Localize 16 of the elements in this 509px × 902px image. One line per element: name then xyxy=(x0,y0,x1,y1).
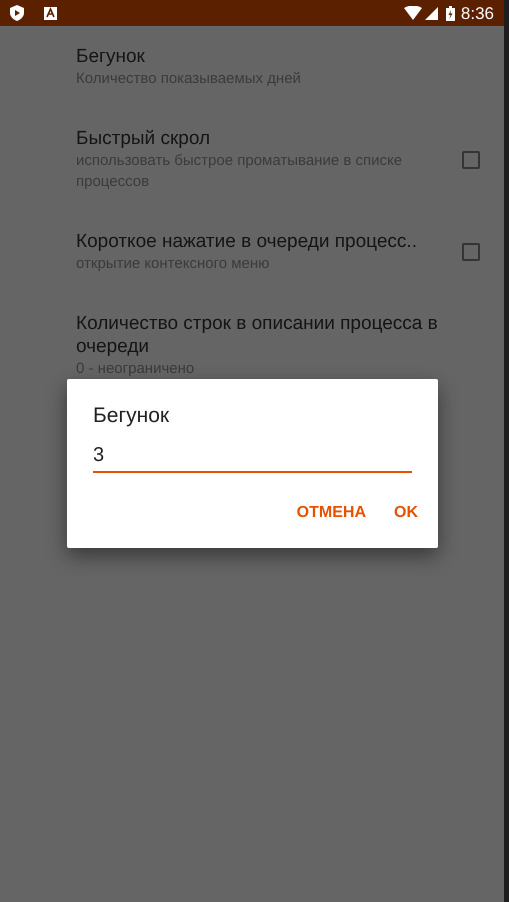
dialog-title: Бегунок xyxy=(93,403,170,429)
signal-icon xyxy=(424,6,438,20)
battery-icon xyxy=(446,6,455,20)
setting-title: Бегунок xyxy=(76,45,146,68)
dialog-button[interactable]: OK xyxy=(384,495,428,531)
setting-title: Быстрый скрол xyxy=(76,127,212,150)
text-app-icon xyxy=(44,6,57,20)
checkbox[interactable] xyxy=(462,243,480,261)
setting-title: Количество строк в описании процесса в очереди xyxy=(76,312,439,358)
clock-time: 8:36 xyxy=(460,4,494,22)
input-field[interactable]: 3 xyxy=(93,439,412,473)
shield-play-icon xyxy=(10,5,24,21)
dialog-button[interactable]: ОТМЕНА xyxy=(286,495,376,531)
wifi-icon xyxy=(404,6,422,20)
checkbox[interactable] xyxy=(462,150,480,168)
setting-title: Короткое нажатие в очереди процесс.. xyxy=(76,230,418,253)
